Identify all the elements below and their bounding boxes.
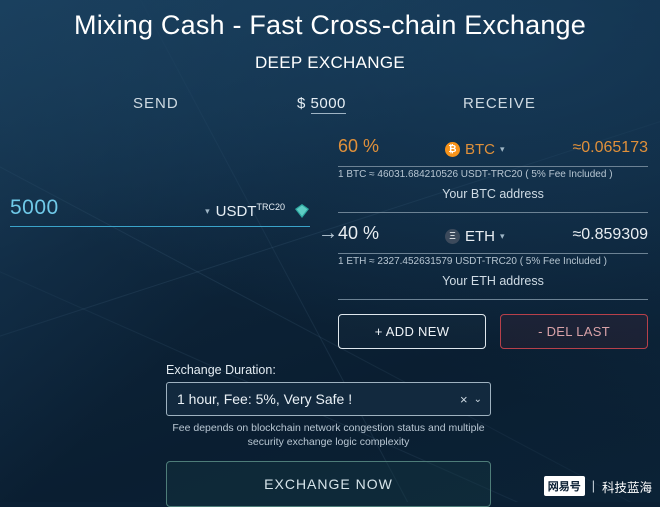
chevron-down-icon: ▾ — [499, 144, 505, 154]
btc-percent[interactable]: 60 % — [338, 136, 379, 157]
total-amount-display: $ 5000 — [297, 95, 346, 114]
clear-icon[interactable]: × — [460, 392, 468, 407]
eth-rate-note: 1 ETH ≈ 2327.452631579 USDT-TRC20 ( 5% F… — [338, 256, 607, 267]
receive-entry-eth: 40 % Ξ ETH ▾ ≈0.859309 1 ETH ≈ 2327.4526… — [338, 223, 648, 300]
send-column-label: SEND — [133, 95, 179, 112]
receive-entry-btc: 60 % ₿ BTC ▾ ≈0.065173 1 BTC ≈ 46031.684… — [338, 136, 648, 213]
send-block: 5000 ▾ USDTTRC20 — [10, 196, 310, 227]
eth-percent[interactable]: 40 % — [338, 223, 379, 244]
watermark-text: 科技蓝海 — [601, 480, 652, 495]
eth-row[interactable]: 40 % Ξ ETH ▾ ≈0.859309 — [338, 223, 648, 248]
bottom-section: Exchange Duration: 1 hour, Fee: 5%, Very… — [166, 363, 491, 507]
btc-coin-selector[interactable]: ₿ BTC ▾ — [444, 141, 507, 158]
send-token-selector[interactable]: ▾ USDTTRC20 — [205, 202, 310, 220]
eth-approx-amount: ≈0.859309 — [572, 226, 648, 243]
send-input-row[interactable]: 5000 ▾ USDTTRC20 — [10, 196, 310, 227]
btc-icon: ₿ — [444, 142, 460, 157]
eth-address-input[interactable]: Your ETH address — [338, 267, 648, 294]
duration-label: Exchange Duration: — [166, 363, 276, 377]
watermark: 网易号 | 科技蓝海 — [543, 476, 652, 496]
duration-selected-value: 1 hour, Fee: 5%, Very Safe ! — [177, 391, 353, 407]
total-amount-value: 5000 — [310, 95, 346, 114]
btc-approx-amount: ≈0.065173 — [572, 139, 648, 156]
chevron-down-icon: ▾ — [205, 205, 210, 216]
currency-prefix: $ — [297, 95, 306, 112]
column-headers: SEND $ 5000 RECEIVE — [0, 95, 660, 135]
chevron-down-icon[interactable]: ⌄ — [474, 394, 482, 405]
usdt-icon — [294, 203, 310, 219]
btc-coin-name: BTC — [464, 141, 495, 158]
app-background: Mixing Cash - Fast Cross-chain Exchange … — [0, 0, 660, 507]
divider — [338, 253, 648, 254]
add-new-button[interactable]: + ADD NEW — [338, 314, 486, 349]
del-last-button[interactable]: - DEL LAST — [500, 314, 648, 349]
watermark-logo: 网易号 — [543, 476, 585, 496]
chevron-down-icon: ▾ — [499, 231, 505, 241]
btc-row[interactable]: 60 % ₿ BTC ▾ ≈0.065173 — [338, 136, 648, 161]
duration-select[interactable]: 1 hour, Fee: 5%, Very Safe ! × ⌄ — [166, 382, 491, 416]
fee-note: Fee depends on blockchain network conges… — [172, 422, 485, 448]
receive-column-label: RECEIVE — [463, 95, 536, 112]
divider — [338, 299, 648, 300]
eth-icon: Ξ — [444, 229, 460, 244]
divider — [338, 166, 648, 167]
select-icons: × ⌄ — [460, 392, 482, 407]
direction-arrow-icon: → — [318, 222, 338, 244]
eth-coin-selector[interactable]: Ξ ETH ▾ — [444, 228, 507, 245]
send-token-name: USDTTRC20 — [215, 202, 285, 220]
send-amount-input[interactable]: 5000 — [10, 196, 59, 220]
entry-controls: + ADD NEW - DEL LAST — [338, 314, 648, 349]
page-subtitle: DEEP EXCHANGE — [254, 53, 406, 72]
eth-coin-name: ETH — [464, 228, 495, 245]
exchange-now-button[interactable]: EXCHANGE NOW — [166, 461, 491, 507]
watermark-separator: | — [591, 479, 595, 493]
btc-rate-note: 1 BTC ≈ 46031.684210526 USDT-TRC20 ( 5% … — [338, 169, 613, 180]
page-title: Mixing Cash - Fast Cross-chain Exchange — [74, 10, 586, 40]
receive-panel: 60 % ₿ BTC ▾ ≈0.065173 1 BTC ≈ 46031.684… — [338, 136, 648, 349]
btc-address-input[interactable]: Your BTC address — [338, 180, 648, 207]
